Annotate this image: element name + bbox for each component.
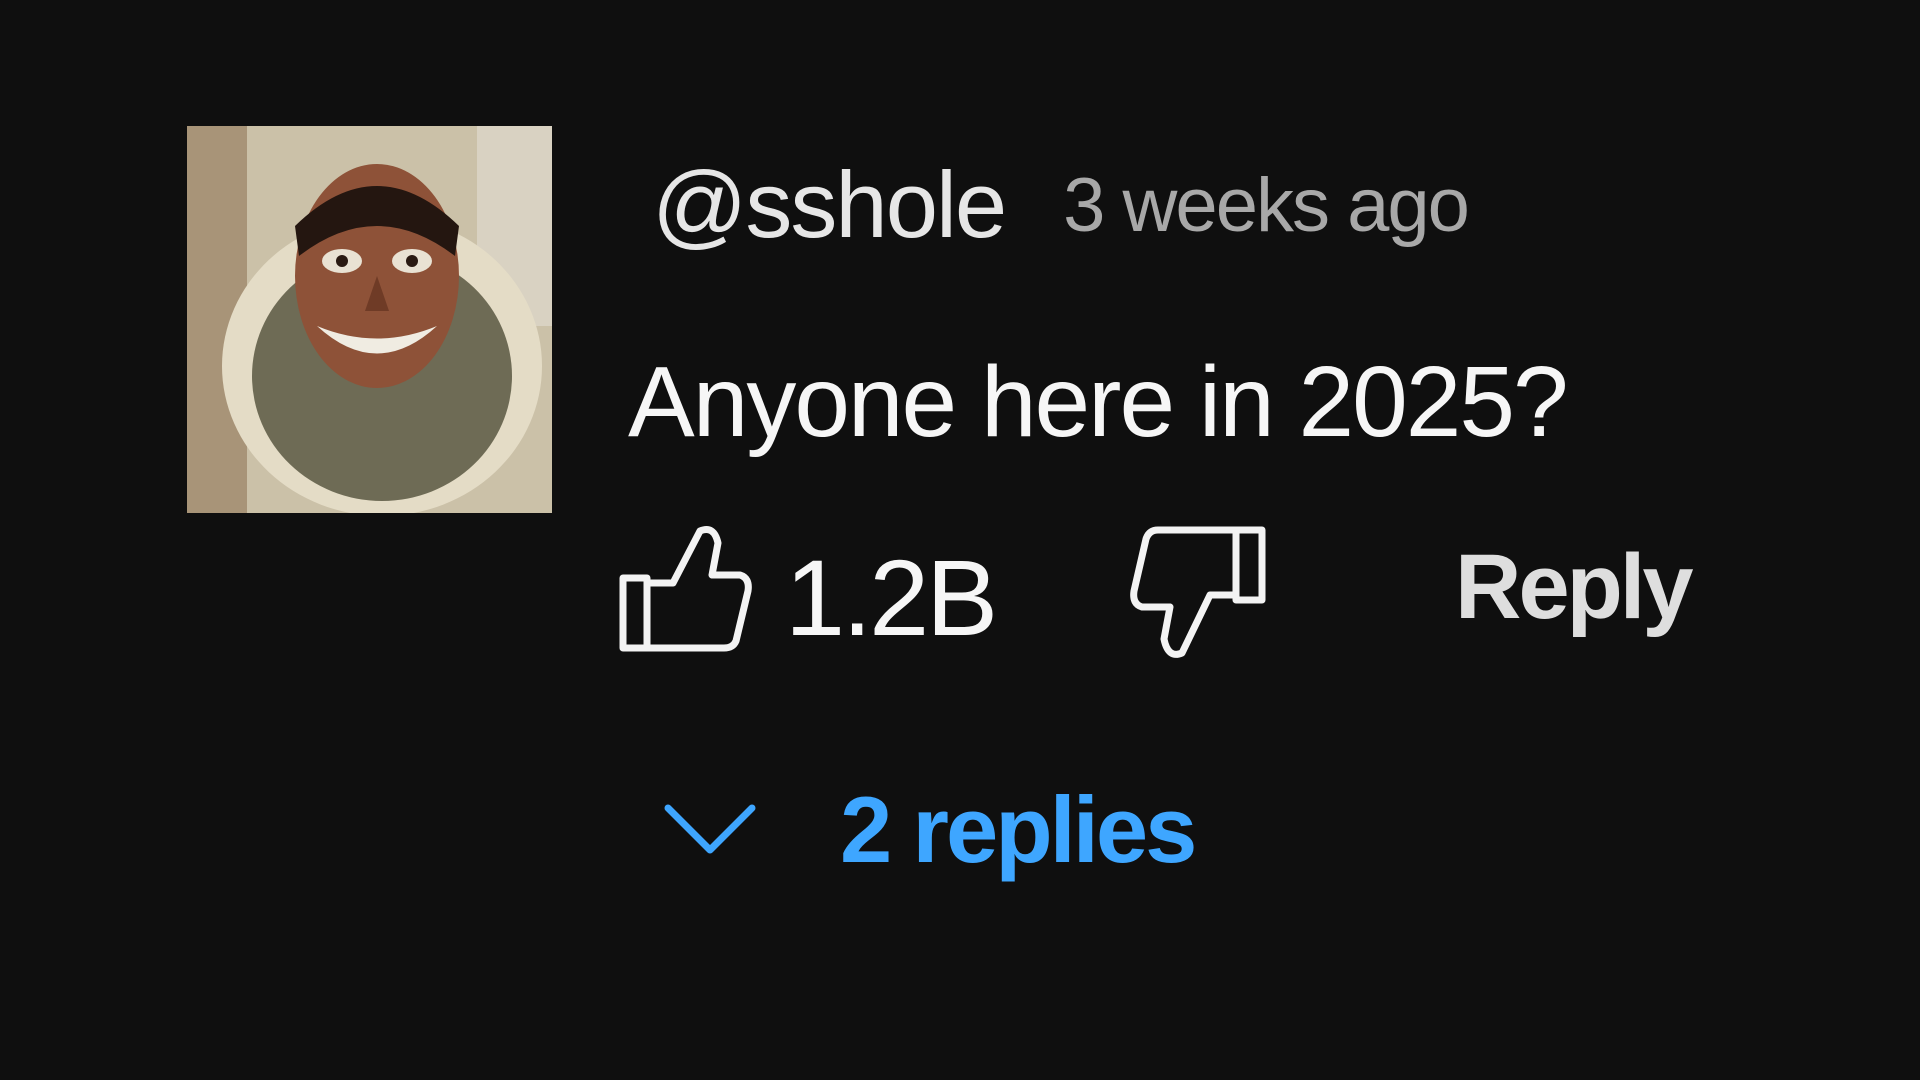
- reply-button[interactable]: Reply: [1455, 535, 1694, 640]
- avatar[interactable]: [187, 126, 552, 513]
- like-count: 1.2B: [785, 537, 998, 658]
- author-name[interactable]: @sshole: [652, 151, 1007, 259]
- comment-text: Anyone here in 2025?: [628, 346, 1569, 458]
- comment-thread: @sshole 3 weeks ago Anyone here in 2025?…: [0, 0, 1920, 1080]
- like-button[interactable]: [618, 523, 753, 653]
- thumbs-up-icon: [619, 526, 752, 652]
- dislike-button[interactable]: [1130, 525, 1270, 660]
- comment-header: @sshole 3 weeks ago: [652, 150, 1470, 260]
- replies-count-label: 2 replies: [840, 777, 1197, 882]
- avatar-image: [187, 126, 552, 513]
- comment-timestamp[interactable]: 3 weeks ago: [1063, 162, 1470, 249]
- thumbs-down-icon: [1130, 526, 1266, 658]
- chevron-down-icon: [664, 804, 756, 854]
- view-replies-button[interactable]: 2 replies: [662, 770, 1197, 890]
